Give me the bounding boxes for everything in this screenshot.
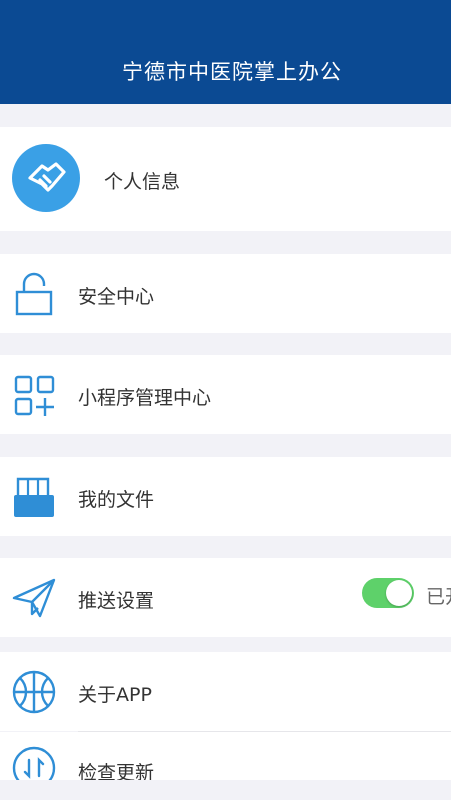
update-label: 检查更新 — [78, 762, 155, 780]
app-header: 宁德市中医院掌上办公 — [0, 0, 451, 104]
menu-item-profile[interactable]: 个人信息 — [0, 127, 451, 231]
menu-item-files[interactable]: 我的文件 — [0, 457, 451, 536]
handshake-icon — [12, 144, 80, 216]
mini-programs-label: 小程序管理中心 — [78, 387, 212, 409]
push-label: 推送设置 — [78, 590, 155, 612]
menu-item-push[interactable]: 推送设置 已开 — [0, 558, 451, 637]
menu-item-mini-programs[interactable]: 小程序管理中心 — [0, 355, 451, 434]
page-title: 宁德市中医院掌上办公 — [122, 60, 342, 84]
paper-plane-icon — [12, 576, 56, 624]
folder-icon — [12, 475, 56, 523]
menu-item-security[interactable]: 安全中心 — [0, 254, 451, 333]
push-status-text: 已开 — [426, 586, 451, 608]
security-label: 安全中心 — [78, 286, 155, 308]
menu-item-about[interactable]: 关于APP — [0, 652, 451, 731]
toggle-knob — [386, 580, 412, 606]
profile-label: 个人信息 — [104, 171, 181, 193]
menu-item-update[interactable]: 检查更新 — [0, 732, 451, 780]
about-label: 关于APP — [78, 684, 152, 706]
files-label: 我的文件 — [78, 489, 155, 511]
basketball-icon — [12, 670, 56, 718]
update-icon — [12, 746, 56, 780]
grid-add-icon — [14, 375, 56, 421]
unlock-icon — [14, 272, 54, 320]
push-toggle[interactable] — [362, 578, 414, 608]
